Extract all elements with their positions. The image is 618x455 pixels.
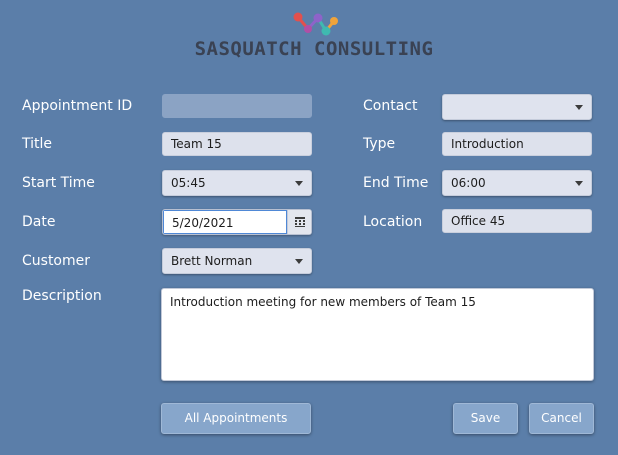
calendar-icon: [295, 217, 305, 227]
chevron-down-icon: [575, 181, 583, 186]
chevron-down-icon: [295, 181, 303, 186]
chevron-down-icon: [575, 105, 583, 110]
start-time-value: 05:45: [171, 176, 206, 190]
brand-name: SASQUATCH CONSULTING: [194, 38, 434, 60]
calendar-button[interactable]: [287, 210, 311, 234]
location-label: Location: [363, 214, 423, 230]
start-time-label: Start Time: [22, 175, 95, 191]
type-field[interactable]: Introduction: [442, 132, 592, 156]
cancel-button[interactable]: Cancel: [529, 403, 594, 434]
type-label: Type: [363, 136, 396, 152]
end-time-select[interactable]: 06:00: [442, 170, 592, 196]
contact-select[interactable]: [442, 94, 592, 120]
title-label: Title: [22, 136, 53, 152]
date-input[interactable]: 5/20/2021: [163, 210, 287, 234]
end-time-value: 06:00: [451, 176, 486, 190]
all-appointments-button[interactable]: All Appointments: [161, 403, 311, 434]
date-picker[interactable]: 5/20/2021: [162, 209, 312, 235]
date-label: Date: [22, 214, 56, 230]
customer-select[interactable]: Brett Norman: [162, 248, 312, 274]
end-time-label: End Time: [363, 175, 429, 191]
title-field[interactable]: Team 15: [162, 132, 312, 156]
description-textarea[interactable]: Introduction meeting for new members of …: [161, 288, 594, 381]
customer-label: Customer: [22, 253, 91, 269]
appointment-id-field: [162, 94, 312, 118]
customer-value: Brett Norman: [171, 254, 253, 268]
location-field[interactable]: Office 45: [442, 209, 592, 233]
save-button[interactable]: Save: [453, 403, 518, 434]
appointment-id-label: Appointment ID: [22, 98, 133, 114]
chevron-down-icon: [295, 259, 303, 264]
contact-label: Contact: [363, 98, 418, 114]
start-time-select[interactable]: 05:45: [162, 170, 312, 196]
description-label: Description: [22, 288, 102, 304]
